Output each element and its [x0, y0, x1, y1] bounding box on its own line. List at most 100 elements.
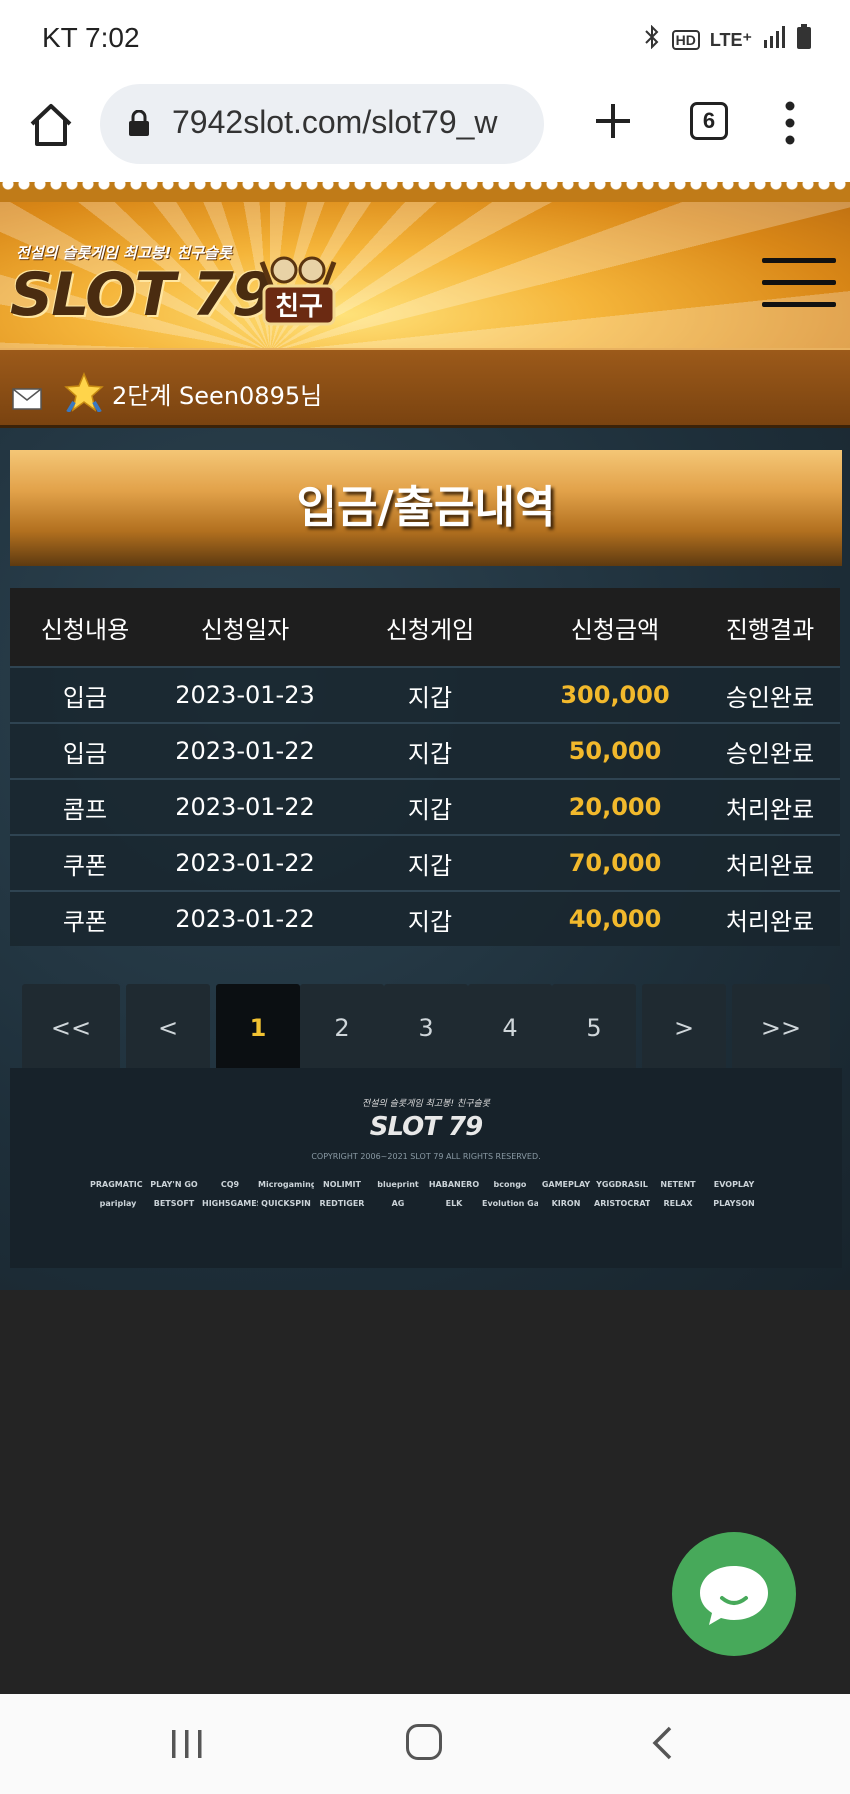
request-amount: 20,000	[568, 793, 662, 821]
page-title-banner: 입금/출금내역	[10, 450, 842, 566]
plus-icon	[596, 104, 630, 138]
request-date: 2023-01-22	[175, 737, 315, 765]
system-home-button[interactable]	[406, 1724, 442, 1760]
request-game: 지갑	[407, 907, 453, 936]
page-last-button[interactable]: >>	[732, 984, 830, 1072]
browser-home-button[interactable]	[26, 100, 76, 150]
request-amount: 70,000	[568, 849, 662, 877]
page-button-5[interactable]: 5	[552, 984, 636, 1072]
provider-logo: HABANERO	[428, 1180, 480, 1189]
system-back-button[interactable]	[650, 1726, 674, 1760]
recent-apps-icon	[172, 1730, 202, 1758]
browser-menu-button[interactable]	[780, 100, 800, 146]
provider-logo: REDTIGER	[319, 1199, 365, 1208]
more-vert-icon	[785, 101, 795, 145]
live-chat-button[interactable]	[672, 1532, 796, 1656]
hamburger-line	[762, 302, 836, 307]
page-prev-button[interactable]: <	[126, 984, 210, 1072]
request-status: 처리완료	[725, 907, 815, 936]
column-header: 신청금액	[570, 615, 660, 644]
provider-logo: YGGDRASIL	[596, 1180, 648, 1189]
site-header: 전설의 슬롯게임 최고봉! 친구슬롯 SLOT 79 친구	[0, 182, 850, 348]
system-nav-bar	[0, 1694, 850, 1794]
column-header: 신청내용	[40, 615, 130, 644]
level-star-icon	[64, 372, 104, 414]
address-bar[interactable]: 7942slot.com/slot79_w	[100, 84, 544, 164]
request-status: 승인완료	[725, 683, 815, 712]
chat-bubble-icon	[700, 1566, 768, 1625]
menu-hamburger-button[interactable]	[762, 258, 836, 310]
request-amount: 50,000	[568, 737, 662, 765]
footer-copyright: COPYRIGHT 2006~2021 SLOT 79 ALL RIGHTS R…	[311, 1152, 541, 1161]
tab-switcher-button[interactable]: 6	[690, 102, 728, 140]
page-button-1[interactable]: 1	[216, 984, 300, 1072]
recent-apps-button[interactable]	[170, 1730, 204, 1758]
page-button-4[interactable]: 4	[468, 984, 552, 1072]
provider-logo: blueprint	[377, 1180, 419, 1189]
provider-logo: PLAYSON	[713, 1199, 755, 1208]
column-header: 진행결과	[725, 615, 815, 644]
logo-badge: 친구	[256, 252, 340, 332]
browser-toolbar: 7942slot.com/slot79_w 6	[0, 78, 850, 182]
request-type: 입금	[62, 739, 108, 768]
battery-icon	[796, 24, 812, 56]
provider-logo: CQ9	[220, 1180, 240, 1189]
hd-icon: HD	[671, 30, 700, 50]
main-content: 입금/출금내역 신청내용 신청일자 신청게임 신청금액 진행결과 입금 2023…	[0, 428, 850, 1290]
table-row: 입금 2023-01-22 지갑 50,000 승인완료	[10, 722, 840, 778]
home-icon	[30, 104, 72, 146]
footer: 전설의 슬롯게임 최고봉! 친구슬롯 SLOT 79 COPYRIGHT 200…	[10, 1068, 842, 1268]
request-status: 처리완료	[725, 851, 815, 880]
header-scallop-decoration	[0, 182, 850, 202]
logo-text: SLOT 79	[10, 260, 274, 330]
signal-icon	[762, 26, 786, 54]
url-text: 7942slot.com/slot79_w	[172, 104, 498, 140]
new-tab-button[interactable]	[590, 98, 636, 144]
provider-logo: RELAX	[663, 1199, 693, 1208]
page-first-button[interactable]: <<	[22, 984, 120, 1072]
bluetooth-icon	[642, 24, 662, 55]
provider-logo: ARISTOCRAT	[594, 1199, 650, 1208]
page-button-2[interactable]: 2	[300, 984, 384, 1072]
table-row: 쿠폰 2023-01-22 지갑 40,000 처리완료	[10, 890, 840, 946]
provider-logo: AG	[391, 1199, 405, 1208]
column-header: 신청게임	[385, 615, 475, 644]
back-chevron-icon	[652, 1726, 672, 1760]
provider-logo: EVOPLAY	[713, 1180, 755, 1189]
page-title: 입금/출금내역	[296, 482, 556, 533]
provider-logo: GAMEPLAY	[541, 1180, 591, 1189]
table-row: 입금 2023-01-23 지갑 300,000 승인완료	[10, 666, 840, 722]
mail-button[interactable]	[12, 388, 42, 410]
hamburger-line	[762, 280, 836, 285]
status-bar: KT 7:02 HD LTE⁺	[0, 0, 850, 78]
request-amount: 40,000	[568, 905, 662, 933]
user-level-name: 2단계 Seen0895님	[112, 382, 323, 410]
status-icons: HD LTE⁺	[642, 24, 812, 56]
provider-logos: PRAGMATIC PLAY PLAY'N GO CQ9 Microgaming…	[90, 1180, 770, 1208]
column-header: 신청일자	[200, 615, 290, 644]
footer-tagline: 전설의 슬롯게임 최고봉! 친구슬롯	[361, 1099, 491, 1109]
provider-logo: PRAGMATIC PLAY	[90, 1180, 146, 1189]
request-game: 지갑	[407, 851, 453, 880]
provider-logo: pariplay	[99, 1199, 137, 1208]
page-next-button[interactable]: >	[642, 984, 726, 1072]
status-time: KT 7:02	[42, 22, 140, 53]
request-game: 지갑	[407, 739, 453, 768]
request-date: 2023-01-23	[175, 681, 315, 709]
user-bar: 2단계 Seen0895님	[0, 348, 850, 428]
table-header: 신청내용 신청일자 신청게임 신청금액 진행결과	[10, 588, 840, 666]
provider-logo: HIGH5GAMES	[202, 1199, 258, 1208]
request-type: 콤프	[62, 795, 108, 824]
page-button-3[interactable]: 3	[384, 984, 468, 1072]
mail-icon	[12, 388, 42, 410]
table-row: 쿠폰 2023-01-22 지갑 70,000 처리완료	[10, 834, 840, 890]
request-date: 2023-01-22	[175, 905, 315, 933]
hamburger-line	[762, 258, 836, 263]
request-type: 입금	[62, 683, 108, 712]
request-type: 쿠폰	[62, 851, 108, 880]
provider-logo: QUICKSPIN	[261, 1199, 311, 1208]
request-game: 지갑	[407, 795, 453, 824]
request-game: 지갑	[407, 683, 453, 712]
table-row: 콤프 2023-01-22 지갑 20,000 처리완료	[10, 778, 840, 834]
lte-icon: LTE⁺	[709, 29, 752, 50]
